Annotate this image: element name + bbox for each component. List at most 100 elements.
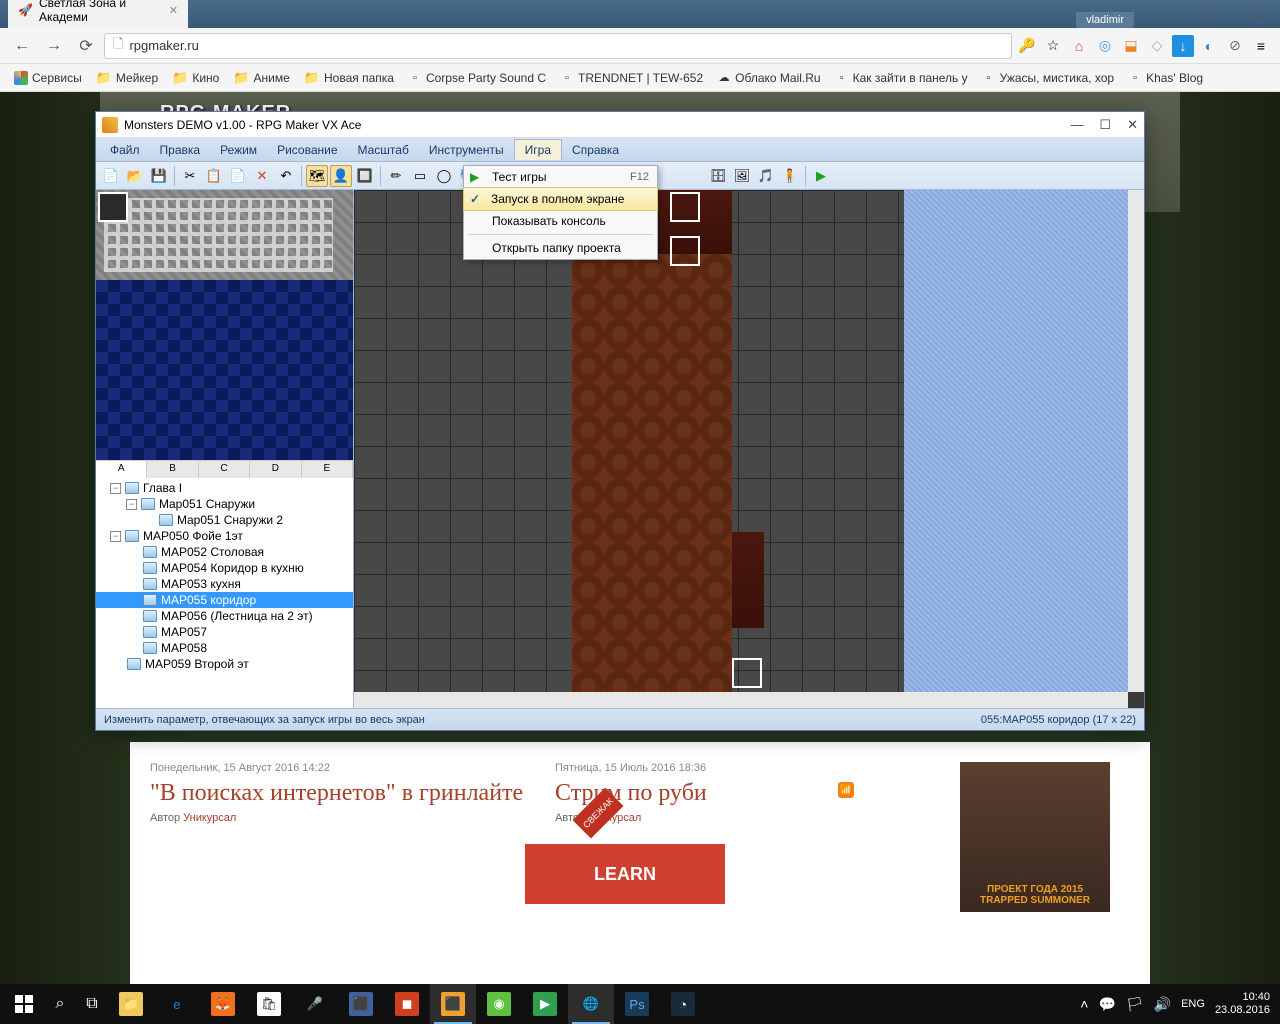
- menu-item-масштаб[interactable]: Масштаб: [348, 140, 419, 160]
- menu-item-рисование[interactable]: Рисование: [267, 140, 347, 160]
- ext-icon[interactable]: ⊘: [1224, 35, 1246, 57]
- reload-button[interactable]: ⟳: [72, 32, 100, 60]
- ext-icon[interactable]: ↓: [1172, 35, 1194, 57]
- menu-item[interactable]: ▶Тест игрыF12: [464, 166, 657, 188]
- tray-defender-icon[interactable]: 🏳: [1126, 996, 1144, 1013]
- menu-item-справка[interactable]: Справка: [562, 140, 629, 160]
- ellipse-tool-button[interactable]: ◯: [433, 165, 455, 187]
- database-button[interactable]: 🗄: [707, 165, 729, 187]
- bookmark-item[interactable]: 📁Аниме: [227, 68, 295, 88]
- cut-button[interactable]: ✂: [179, 165, 201, 187]
- tray-action-icon[interactable]: 💬: [1098, 996, 1115, 1013]
- learn-banner[interactable]: LEARN: [525, 844, 725, 904]
- author-link[interactable]: Уникурсал: [183, 812, 236, 824]
- bookmark-item[interactable]: ▫Ужасы, мистика, хор: [976, 69, 1120, 87]
- taskbar-item-steam[interactable]: ◔: [660, 984, 706, 1024]
- maximize-button[interactable]: ☐: [1188, 6, 1234, 28]
- delete-button[interactable]: ✕: [251, 165, 273, 187]
- new-project-button[interactable]: 📄: [100, 165, 122, 187]
- event-marker[interactable]: [732, 658, 762, 688]
- taskbar-item-firefox[interactable]: 🦊: [200, 984, 246, 1024]
- tileset-tab[interactable]: A: [96, 461, 147, 478]
- tree-toggle-icon[interactable]: −: [126, 499, 137, 510]
- site-info-icon[interactable]: 🗋: [113, 35, 123, 57]
- search-button[interactable]: ⌕: [44, 988, 76, 1020]
- event-mode-button[interactable]: 👤: [330, 165, 352, 187]
- tree-item[interactable]: Map051 Снаружи 2: [96, 512, 353, 528]
- open-project-button[interactable]: 📂: [124, 165, 146, 187]
- bookmark-item[interactable]: 📁Новая папка: [298, 68, 400, 88]
- ext-icon[interactable]: ◐: [1198, 35, 1220, 57]
- bookmark-item[interactable]: ▫Как зайти в панель у: [829, 69, 974, 87]
- tree-toggle-icon[interactable]: −: [110, 483, 121, 494]
- menu-item-файл[interactable]: Файл: [100, 140, 150, 160]
- tileset-tab[interactable]: C: [199, 461, 250, 478]
- menu-item[interactable]: Показывать консоль: [464, 210, 657, 232]
- taskbar-item-mic[interactable]: 🎤: [292, 984, 338, 1024]
- bookmark-item[interactable]: ☁Облако Mail.Ru: [711, 69, 826, 87]
- close-button[interactable]: ✕: [1127, 117, 1138, 133]
- minimize-button[interactable]: —: [1142, 6, 1188, 28]
- save-button[interactable]: 💾: [148, 165, 170, 187]
- taskbar-item-app[interactable]: ▶: [522, 984, 568, 1024]
- tray-volume-icon[interactable]: 🔊: [1154, 996, 1171, 1013]
- ext-icon[interactable]: ⬓: [1120, 35, 1142, 57]
- back-button[interactable]: ←: [8, 32, 36, 60]
- tree-toggle-icon[interactable]: −: [110, 531, 121, 542]
- menu-item-режим[interactable]: Режим: [210, 140, 267, 160]
- taskbar-item-app[interactable]: ⬛: [338, 984, 384, 1024]
- taskbar-item-photoshop[interactable]: Ps: [614, 984, 660, 1024]
- rss-icon[interactable]: 📶: [838, 782, 854, 798]
- rect-tool-button[interactable]: ▭: [409, 165, 431, 187]
- bookmark-item[interactable]: ▫TRENDNET | TEW-652: [554, 69, 709, 87]
- bookmark-item[interactable]: 📁Мейкер: [90, 68, 164, 88]
- taskbar-item-rpgmaker[interactable]: ⬛: [430, 984, 476, 1024]
- menu-item-игра[interactable]: Игра: [514, 139, 562, 160]
- start-button[interactable]: [4, 984, 44, 1024]
- map-canvas[interactable]: [354, 190, 1144, 708]
- tree-item[interactable]: MAP052 Столовая: [96, 544, 353, 560]
- bookmark-item[interactable]: 📁Кино: [166, 68, 225, 88]
- tileset-tab[interactable]: B: [147, 461, 198, 478]
- taskbar-item-store[interactable]: 🛍: [246, 984, 292, 1024]
- paste-button[interactable]: 📄: [227, 165, 249, 187]
- ext-icon[interactable]: ◎: [1094, 35, 1116, 57]
- address-bar[interactable]: 🗋 rpgmaker.ru: [104, 33, 1012, 59]
- character-button[interactable]: 🧍: [779, 165, 801, 187]
- event-marker[interactable]: [670, 192, 700, 222]
- ad-box[interactable]: ПРОЕКТ ГОДА 2015 TRAPPED SUMMONER: [960, 762, 1110, 912]
- taskbar-item-edge[interactable]: e: [154, 984, 200, 1024]
- tileset-tab[interactable]: D: [250, 461, 301, 478]
- tray-language[interactable]: ENG: [1181, 998, 1205, 1010]
- menu-item[interactable]: ✓Запуск в полном экране: [463, 187, 658, 211]
- task-view-button[interactable]: ⧉: [76, 988, 108, 1020]
- tray-chevron-icon[interactable]: ˄: [1080, 996, 1088, 1012]
- playtest-button[interactable]: ▶: [810, 165, 832, 187]
- tree-item[interactable]: MAP059 Второй эт: [96, 656, 353, 672]
- close-icon[interactable]: ✕: [169, 4, 178, 17]
- article-title[interactable]: "В поисках интернетов" в гринлайте: [150, 780, 535, 806]
- browser-tab[interactable]: 🚀 Светлая Зона и Академи ✕: [8, 0, 188, 28]
- tree-item[interactable]: MAP057: [96, 624, 353, 640]
- menu-item-инструменты[interactable]: Инструменты: [419, 140, 514, 160]
- tree-item[interactable]: −Глава I: [96, 480, 353, 496]
- tree-item[interactable]: MAP054 Коридор в кухню: [96, 560, 353, 576]
- maximize-button[interactable]: ☐: [1099, 117, 1111, 133]
- resource-button[interactable]: 🖼: [731, 165, 753, 187]
- key-icon[interactable]: 🔑: [1016, 35, 1038, 57]
- taskbar-item-explorer[interactable]: 📁: [108, 984, 154, 1024]
- tileset-tab[interactable]: E: [302, 461, 353, 478]
- copy-button[interactable]: 📋: [203, 165, 225, 187]
- sound-button[interactable]: 🎵: [755, 165, 777, 187]
- bookmark-item[interactable]: ▫Khas' Blog: [1122, 69, 1209, 87]
- tree-item[interactable]: MAP053 кухня: [96, 576, 353, 592]
- tree-item[interactable]: MAP056 (Лестница на 2 эт): [96, 608, 353, 624]
- taskbar-item-app[interactable]: ◼: [384, 984, 430, 1024]
- pencil-tool-button[interactable]: ✏: [385, 165, 407, 187]
- taskbar-item-app[interactable]: ◉: [476, 984, 522, 1024]
- close-button[interactable]: ✕: [1234, 6, 1280, 28]
- bookmark-item[interactable]: Сервисы: [8, 69, 88, 87]
- vertical-scrollbar[interactable]: [1128, 190, 1144, 692]
- tree-item[interactable]: −Map051 Снаружи: [96, 496, 353, 512]
- undo-button[interactable]: ↶: [275, 165, 297, 187]
